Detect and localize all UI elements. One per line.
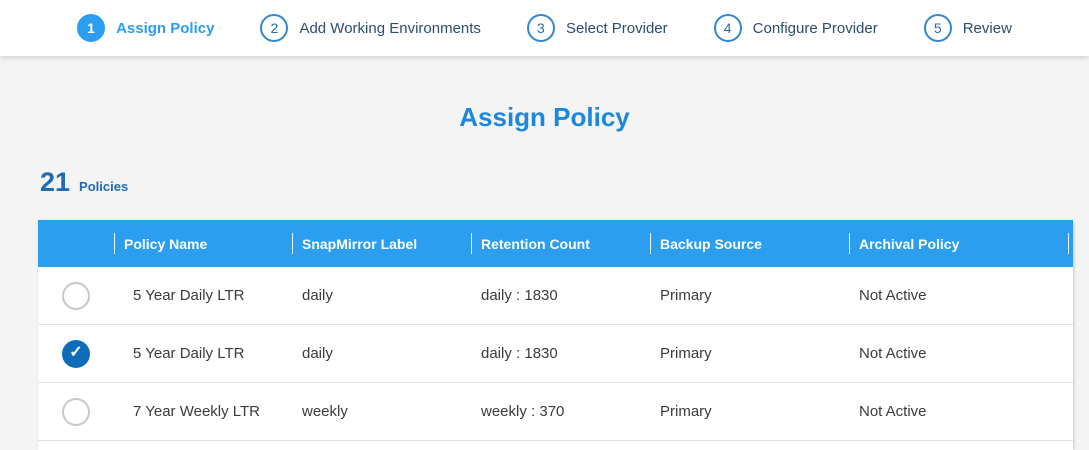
column-separator [292, 233, 293, 254]
header-label: Policy Name [124, 236, 207, 252]
step-review[interactable]: 5 Review [924, 14, 1012, 42]
row-select-cell: ✓ [38, 267, 114, 324]
cell-backup-source: Primary [650, 267, 849, 324]
table-row-partial [38, 441, 1073, 450]
header-label: SnapMirror Label [302, 236, 417, 252]
cell-retention-count: daily : 1830 [471, 325, 650, 382]
page-title: Assign Policy [0, 102, 1089, 132]
column-separator [114, 233, 115, 254]
row-select-cell: ✓ [38, 383, 114, 440]
step-3-number-badge: 3 [527, 14, 555, 42]
cell-snapmirror-label: weekly [292, 383, 471, 440]
cell-snapmirror-label: daily [292, 325, 471, 382]
cell-archival-policy: Not Active [849, 383, 1073, 440]
policy-radio-button[interactable]: ✓ [62, 398, 90, 426]
wizard-top-bar: 1 Assign Policy 2 Add Working Environmen… [0, 0, 1089, 56]
step-configure-provider[interactable]: 4 Configure Provider [714, 14, 878, 42]
table-row[interactable]: ✓ 5 Year Daily LTR daily daily : 1830 Pr… [38, 267, 1073, 325]
policies-summary: 21 Policies [40, 167, 1089, 198]
cell-backup-source: Primary [650, 383, 849, 440]
cell-policy-name: 5 Year Daily LTR [114, 325, 292, 382]
step-4-number-badge: 4 [714, 14, 742, 42]
cell-policy-name: 5 Year Daily LTR [114, 267, 292, 324]
header-cell-retention-count: Retention Count [471, 220, 650, 267]
header-label: Archival Policy [859, 236, 959, 252]
step-1-label: Assign Policy [116, 20, 214, 37]
policy-radio-button[interactable]: ✓ [62, 340, 90, 368]
step-2-number-badge: 2 [260, 14, 288, 42]
check-icon: ✓ [69, 345, 82, 361]
header-cell-archival-policy: Archival Policy [849, 220, 1073, 267]
policy-radio-button[interactable]: ✓ [62, 282, 90, 310]
cell-retention-count: daily : 1830 [471, 267, 650, 324]
header-label: Backup Source [660, 236, 762, 252]
header-cell-select [38, 220, 114, 267]
column-separator [849, 233, 850, 254]
step-5-label: Review [963, 20, 1012, 37]
table-header-row: Policy Name SnapMirror Label Retention C… [38, 220, 1073, 267]
cell-archival-policy: Not Active [849, 267, 1073, 324]
column-separator [471, 233, 472, 254]
header-cell-backup-source: Backup Source [650, 220, 849, 267]
step-2-label: Add Working Environments [299, 20, 480, 37]
step-select-provider[interactable]: 3 Select Provider [527, 14, 668, 42]
cell-policy-name: 7 Year Weekly LTR [114, 383, 292, 440]
policies-table: Policy Name SnapMirror Label Retention C… [38, 220, 1073, 450]
cell-archival-policy: Not Active [849, 325, 1073, 382]
cell-snapmirror-label: daily [292, 267, 471, 324]
step-add-working-environments[interactable]: 2 Add Working Environments [260, 14, 480, 42]
step-1-number-badge: 1 [77, 14, 105, 42]
header-cell-snapmirror-label: SnapMirror Label [292, 220, 471, 267]
column-separator [1068, 233, 1069, 254]
header-label: Retention Count [481, 236, 590, 252]
column-separator [650, 233, 651, 254]
cell-backup-source: Primary [650, 325, 849, 382]
cell-retention-count: weekly : 370 [471, 383, 650, 440]
policies-count: 21 [40, 167, 70, 198]
step-4-label: Configure Provider [753, 20, 878, 37]
step-3-label: Select Provider [566, 20, 668, 37]
header-cell-policy-name: Policy Name [114, 220, 292, 267]
table-row[interactable]: ✓ 5 Year Daily LTR daily daily : 1830 Pr… [38, 325, 1073, 383]
assign-policy-page: Assign Policy 21 Policies Policy Name Sn… [0, 102, 1089, 450]
step-assign-policy[interactable]: 1 Assign Policy [77, 14, 214, 42]
row-select-cell: ✓ [38, 325, 114, 382]
table-row[interactable]: ✓ 7 Year Weekly LTR weekly weekly : 370 … [38, 383, 1073, 441]
step-5-number-badge: 5 [924, 14, 952, 42]
wizard-stepper: 1 Assign Policy 2 Add Working Environmen… [77, 14, 1012, 42]
policies-count-label: Policies [79, 179, 128, 194]
